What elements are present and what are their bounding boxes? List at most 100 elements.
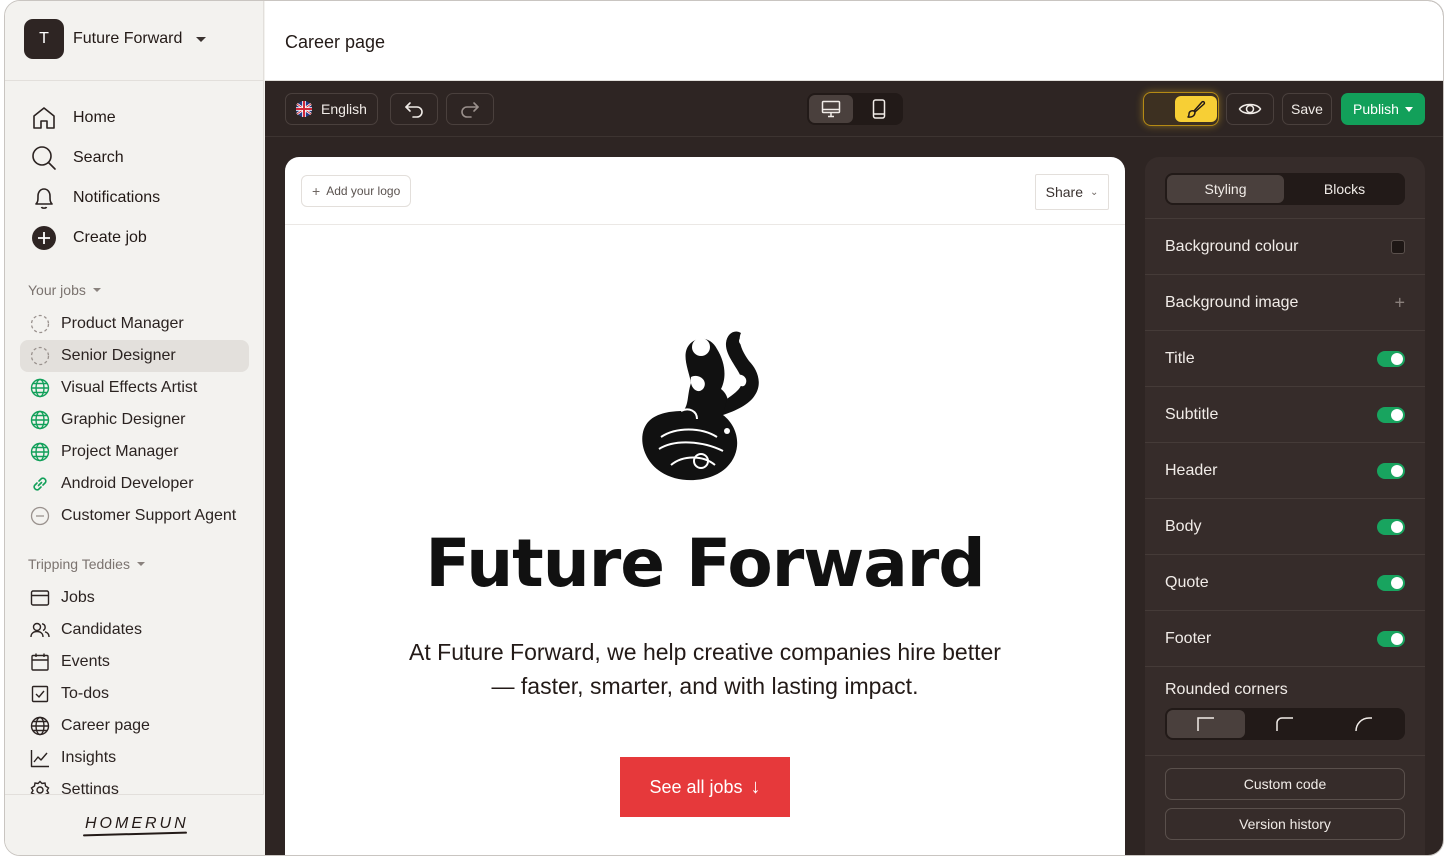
corner-large-option[interactable] bbox=[1325, 710, 1403, 738]
draft-status-icon bbox=[30, 346, 50, 366]
mobile-icon bbox=[872, 99, 886, 119]
main-area: Career page English Save Publish + Add y… bbox=[265, 1, 1443, 855]
caret-down-icon bbox=[1404, 106, 1413, 112]
cta-label: See all jobs bbox=[649, 776, 743, 797]
job-item-visual-effects-artist[interactable]: Visual Effects Artist bbox=[20, 372, 249, 404]
redo-button[interactable] bbox=[446, 93, 494, 125]
footer-toggle-label: Footer bbox=[1165, 629, 1212, 647]
job-item-label: Customer Support Agent bbox=[61, 507, 237, 524]
corner-small-option[interactable] bbox=[1246, 710, 1324, 738]
style-mode-button[interactable] bbox=[1175, 96, 1217, 122]
nav-notifications[interactable]: Notifications bbox=[29, 178, 160, 218]
team-nav-insights[interactable]: Insights bbox=[30, 742, 150, 774]
background-colour-label: Background colour bbox=[1165, 237, 1299, 255]
globe-icon bbox=[30, 716, 50, 736]
workspace-name: Future Forward bbox=[73, 30, 183, 47]
team-nav-events[interactable]: Events bbox=[30, 646, 150, 678]
your-jobs-toggle[interactable]: Your jobs bbox=[28, 282, 101, 298]
job-item-label: Product Manager bbox=[61, 315, 184, 332]
header-row: Header bbox=[1145, 442, 1425, 498]
arrow-down-icon: ↓ bbox=[750, 775, 761, 798]
add-icon[interactable]: + bbox=[1394, 292, 1405, 313]
corner-square-option[interactable] bbox=[1167, 710, 1245, 738]
desktop-view-button[interactable] bbox=[809, 95, 853, 123]
job-item-label: Senior Designer bbox=[61, 347, 176, 364]
share-label: Share bbox=[1045, 184, 1083, 200]
job-item-label: Android Developer bbox=[61, 475, 194, 492]
header-toggle[interactable] bbox=[1377, 462, 1405, 479]
share-button[interactable]: Share ⌄ bbox=[1035, 174, 1109, 210]
job-item-label: Visual Effects Artist bbox=[61, 379, 198, 396]
large-rounded-corner-icon bbox=[1354, 716, 1374, 732]
team-nav-label: Events bbox=[61, 653, 110, 670]
tab-blocks[interactable]: Blocks bbox=[1286, 175, 1403, 203]
undo-button[interactable] bbox=[390, 93, 438, 125]
job-item-customer-support-agent[interactable]: Customer Support Agent bbox=[20, 500, 249, 532]
nav-search[interactable]: Search bbox=[29, 138, 160, 178]
job-item-android-developer[interactable]: Android Developer bbox=[20, 468, 249, 500]
body-toggle[interactable] bbox=[1377, 518, 1405, 535]
job-item-senior-designer[interactable]: Senior Designer bbox=[20, 340, 249, 372]
sidebar-footer: HOMERUN bbox=[5, 794, 264, 855]
job-item-graphic-designer[interactable]: Graphic Designer bbox=[20, 404, 249, 436]
footer-row: Footer bbox=[1145, 610, 1425, 666]
nav-create-job[interactable]: Create job bbox=[29, 218, 160, 258]
undo-icon bbox=[404, 100, 424, 118]
footer-toggle[interactable] bbox=[1377, 630, 1405, 647]
language-label: English bbox=[321, 101, 367, 117]
add-logo-button[interactable]: + Add your logo bbox=[301, 175, 412, 207]
sidebar: T Future Forward Home Search Notificatio… bbox=[5, 1, 264, 855]
job-item-label: Graphic Designer bbox=[61, 411, 186, 428]
nav-home[interactable]: Home bbox=[29, 98, 160, 138]
redo-icon bbox=[460, 100, 480, 118]
nav-search-label: Search bbox=[73, 149, 124, 166]
background-image-row[interactable]: Background image + bbox=[1145, 274, 1425, 330]
colour-swatch[interactable] bbox=[1391, 239, 1405, 254]
title-toggle[interactable] bbox=[1377, 350, 1405, 367]
edit-mode-toggle[interactable] bbox=[1143, 92, 1219, 126]
your-jobs-label: Your jobs bbox=[28, 282, 86, 298]
background-image-label: Background image bbox=[1165, 293, 1299, 311]
calendar-icon bbox=[30, 652, 50, 672]
candidates-icon bbox=[30, 620, 50, 640]
background-colour-row[interactable]: Background colour bbox=[1145, 218, 1425, 274]
version-history-button[interactable]: Version history bbox=[1165, 808, 1405, 840]
team-nav-jobs[interactable]: Jobs bbox=[30, 582, 150, 614]
save-label: Save bbox=[1291, 101, 1323, 117]
square-corner-icon bbox=[1196, 716, 1216, 732]
publish-button[interactable]: Publish bbox=[1341, 93, 1425, 125]
team-toggle[interactable]: Tripping Teddies bbox=[28, 556, 145, 572]
job-list: Product Manager Senior Designer Visual E… bbox=[20, 308, 249, 532]
tab-styling[interactable]: Styling bbox=[1167, 175, 1284, 203]
app-window: T Future Forward Home Search Notificatio… bbox=[4, 0, 1444, 856]
caret-down-icon bbox=[196, 36, 207, 42]
quote-row: Quote bbox=[1145, 554, 1425, 610]
subtitle-toggle[interactable] bbox=[1377, 406, 1405, 423]
job-item-product-manager[interactable]: Product Manager bbox=[20, 308, 249, 340]
draft-status-icon bbox=[30, 314, 50, 334]
page-title: Career page bbox=[285, 32, 386, 52]
mobile-view-button[interactable] bbox=[857, 95, 901, 123]
globe-published-icon bbox=[30, 410, 50, 430]
job-item-project-manager[interactable]: Project Manager bbox=[20, 436, 249, 468]
team-nav-todos[interactable]: To-dos bbox=[30, 678, 150, 710]
team-nav-career-page[interactable]: Career page bbox=[30, 710, 150, 742]
team-nav-candidates[interactable]: Candidates bbox=[30, 614, 150, 646]
closed-status-icon bbox=[30, 506, 50, 526]
workspace-switcher[interactable]: T Future Forward bbox=[24, 19, 207, 59]
styling-panel: Styling Blocks Background colour Backgro… bbox=[1145, 157, 1425, 855]
language-select[interactable]: English bbox=[285, 93, 378, 125]
search-icon bbox=[29, 143, 59, 173]
preview-button[interactable] bbox=[1226, 93, 1274, 125]
caret-down-icon bbox=[92, 288, 101, 292]
see-all-jobs-button[interactable]: See all jobs ↓ bbox=[620, 757, 790, 817]
rounded-corners-label: Rounded corners bbox=[1165, 681, 1288, 698]
custom-code-button[interactable]: Custom code bbox=[1165, 768, 1405, 800]
workspace-avatar: T bbox=[24, 19, 64, 59]
save-button[interactable]: Save bbox=[1282, 93, 1332, 125]
body-toggle-label: Body bbox=[1165, 517, 1202, 535]
jobs-icon bbox=[30, 588, 50, 608]
publish-label: Publish bbox=[1353, 101, 1399, 117]
main-nav: Home Search Notifications Create job bbox=[29, 98, 160, 258]
quote-toggle[interactable] bbox=[1377, 574, 1405, 591]
